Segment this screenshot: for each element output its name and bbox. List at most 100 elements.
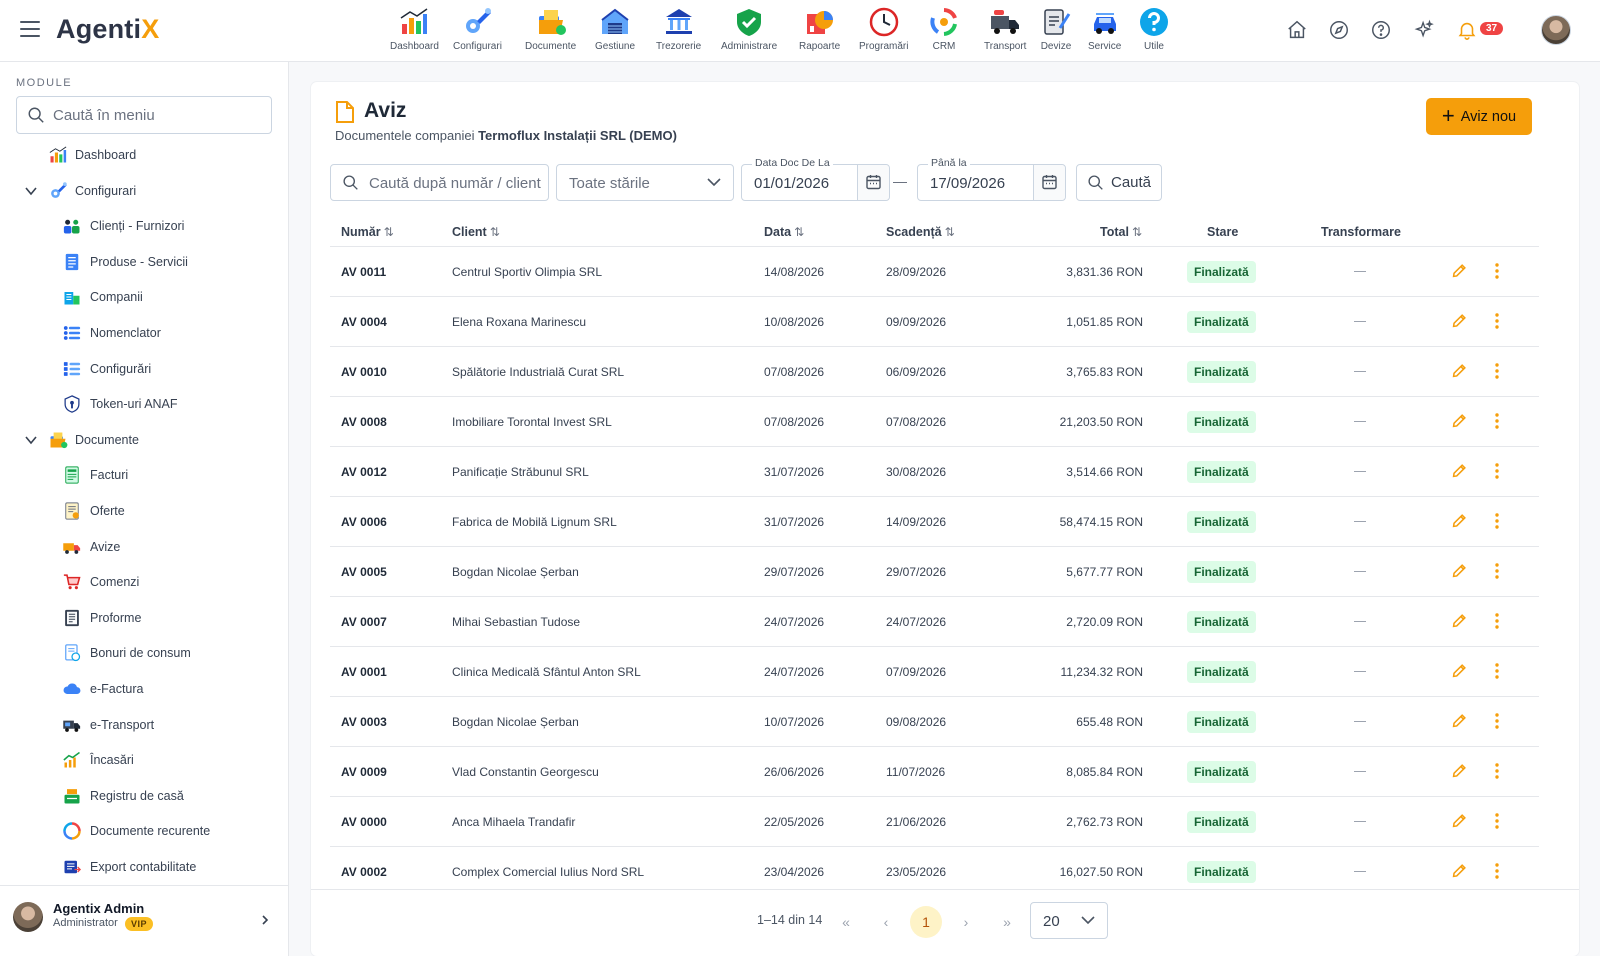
- search-button[interactable]: Caută: [1076, 164, 1162, 201]
- table-row[interactable]: AV 0001 Clinica Medicală Sfântul Anton SR…: [330, 647, 1539, 697]
- table-row[interactable]: AV 0007 Mihai Sebastian Tudose 24/07/2026 2…: [330, 597, 1539, 647]
- sidebar-item-comenzi[interactable]: Comenzi: [0, 567, 288, 597]
- cell-number[interactable]: AV 0011: [341, 265, 386, 279]
- module-gestiune[interactable]: Gestiune: [595, 6, 635, 52]
- help-icon[interactable]: [1370, 19, 1392, 41]
- user-panel[interactable]: Agentix Admin Administrator VIP: [0, 885, 288, 956]
- column-header-scadenta[interactable]: Scadență ⇅: [886, 225, 955, 239]
- cell-number[interactable]: AV 0008: [341, 415, 387, 429]
- table-row[interactable]: AV 0002 Complex Comercial Iulius Nord SRL…: [330, 847, 1539, 887]
- home-icon[interactable]: [1286, 19, 1308, 41]
- sidebar-item-registru-de-casa[interactable]: Registru de casă: [0, 781, 288, 811]
- sidebar-item-produse-servicii[interactable]: Produse - Servicii: [0, 247, 288, 277]
- chevron-right-icon[interactable]: [260, 914, 270, 926]
- previous-page-icon[interactable]: ‹: [870, 906, 902, 938]
- cell-number[interactable]: AV 0005: [341, 565, 387, 579]
- more-vertical-icon[interactable]: [1492, 362, 1502, 380]
- table-row[interactable]: AV 0008 Imobiliare Torontal Invest SRL 07/…: [330, 397, 1539, 447]
- table-row[interactable]: AV 0006 Fabrica de Mobilă Lignum SRL 31/07…: [330, 497, 1539, 547]
- sidebar-item-incasari[interactable]: Încasări: [0, 745, 288, 775]
- sidebar-item-nomenclator[interactable]: Nomenclator: [0, 318, 288, 348]
- column-header-data[interactable]: Data ⇅: [764, 225, 804, 239]
- edit-pencil-icon[interactable]: [1450, 812, 1468, 830]
- table-row[interactable]: AV 0011 Centrul Sportiv Olimpia SRL 14/08/…: [330, 247, 1539, 297]
- sidebar-item-export-contabilitate[interactable]: Export contabilitate: [0, 852, 288, 882]
- first-page-icon[interactable]: «: [830, 906, 862, 938]
- date-to-calendar-button[interactable]: [1033, 165, 1065, 200]
- edit-pencil-icon[interactable]: [1450, 362, 1468, 380]
- more-vertical-icon[interactable]: [1492, 462, 1502, 480]
- edit-pencil-icon[interactable]: [1450, 262, 1468, 280]
- sidebar-item-avize[interactable]: Avize: [0, 532, 288, 562]
- sidebar-item-oferte[interactable]: Oferte: [0, 496, 288, 526]
- column-header-client[interactable]: Client ⇅: [452, 225, 500, 239]
- more-vertical-icon[interactable]: [1492, 612, 1502, 630]
- module-utile[interactable]: Utile: [1138, 6, 1170, 52]
- compass-icon[interactable]: [1328, 19, 1350, 41]
- notification-count-badge[interactable]: 37: [1480, 22, 1504, 35]
- column-header-total[interactable]: Total ⇅: [1100, 225, 1142, 239]
- menu-search-input[interactable]: [53, 97, 263, 133]
- next-page-icon[interactable]: ›: [950, 906, 982, 938]
- sidebar-item-bonuri-de-consum[interactable]: Bonuri de consum: [0, 638, 288, 668]
- app-logo[interactable]: AgentiX: [56, 14, 159, 45]
- column-header-numar[interactable]: Număr ⇅: [341, 225, 394, 239]
- cell-number[interactable]: AV 0000: [341, 815, 387, 829]
- date-to-field[interactable]: Până la: [917, 157, 1066, 201]
- new-aviz-button[interactable]: + Aviz nou: [1426, 98, 1532, 135]
- sidebar-item-e-factura[interactable]: e-Factura: [0, 674, 288, 704]
- more-vertical-icon[interactable]: [1492, 862, 1502, 880]
- cell-number[interactable]: AV 0010: [341, 365, 387, 379]
- date-from-input[interactable]: [754, 173, 854, 193]
- table-row[interactable]: AV 0010 Spălătorie Industrială Curat SRL 0…: [330, 347, 1539, 397]
- menu-toggle-icon[interactable]: [20, 21, 40, 39]
- sidebar-item-documente-recurente[interactable]: Documente recurente: [0, 816, 288, 846]
- module-documente[interactable]: Documente: [525, 6, 576, 52]
- date-from-field[interactable]: Data Doc De La: [741, 157, 890, 201]
- menu-search-box[interactable]: [16, 96, 272, 134]
- sidebar-item-token-uri-anaf[interactable]: Token-uri ANAF: [0, 389, 288, 419]
- module-devize[interactable]: Devize: [1040, 6, 1072, 52]
- sidebar-item-dashboard[interactable]: Dashboard: [0, 140, 288, 170]
- date-to-input[interactable]: [930, 173, 1030, 193]
- status-select[interactable]: Toate stările: [556, 164, 734, 201]
- edit-pencil-icon[interactable]: [1450, 612, 1468, 630]
- more-vertical-icon[interactable]: [1492, 812, 1502, 830]
- table-row[interactable]: AV 0003 Bogdan Nicolae Șerban 10/07/2026 09…: [330, 697, 1539, 747]
- more-vertical-icon[interactable]: [1492, 662, 1502, 680]
- edit-pencil-icon[interactable]: [1450, 512, 1468, 530]
- table-row[interactable]: AV 0009 Vlad Constantin Georgescu 26/06/20…: [330, 747, 1539, 797]
- document-search-box[interactable]: [330, 164, 549, 201]
- cell-number[interactable]: AV 0007: [341, 615, 387, 629]
- date-from-calendar-button[interactable]: [857, 165, 889, 200]
- user-avatar[interactable]: [1541, 15, 1571, 45]
- sidebar-item-companii[interactable]: Companii: [0, 282, 288, 312]
- cell-number[interactable]: AV 0002: [341, 865, 387, 879]
- module-crm[interactable]: CRM: [928, 6, 960, 52]
- more-vertical-icon[interactable]: [1492, 512, 1502, 530]
- sidebar-item-clienti-furnizori[interactable]: Clienți - Furnizori: [0, 211, 288, 241]
- edit-pencil-icon[interactable]: [1450, 862, 1468, 880]
- module-transport[interactable]: Transport: [984, 6, 1026, 52]
- bell-icon[interactable]: [1456, 19, 1478, 41]
- more-vertical-icon[interactable]: [1492, 412, 1502, 430]
- sidebar-item-proforme[interactable]: Proforme: [0, 603, 288, 633]
- edit-pencil-icon[interactable]: [1450, 662, 1468, 680]
- edit-pencil-icon[interactable]: [1450, 312, 1468, 330]
- chevron-down-icon[interactable]: [24, 185, 38, 197]
- chevron-down-icon[interactable]: [24, 434, 38, 446]
- edit-pencil-icon[interactable]: [1450, 462, 1468, 480]
- module-trezorerie[interactable]: Trezorerie: [656, 6, 701, 52]
- edit-pencil-icon[interactable]: [1450, 412, 1468, 430]
- cell-number[interactable]: AV 0003: [341, 715, 387, 729]
- table-row[interactable]: AV 0000 Anca Mihaela Trandafir 22/05/2026 2…: [330, 797, 1539, 847]
- table-row[interactable]: AV 0012 Panificație Străbunul SRL 31/07/20…: [330, 447, 1539, 497]
- more-vertical-icon[interactable]: [1492, 712, 1502, 730]
- sidebar-item-configurari[interactable]: Configurări: [0, 354, 288, 384]
- last-page-icon[interactable]: »: [991, 906, 1023, 938]
- module-programari[interactable]: Programări: [859, 6, 908, 52]
- module-rapoarte[interactable]: Rapoarte: [799, 6, 840, 52]
- more-vertical-icon[interactable]: [1492, 762, 1502, 780]
- sidebar-item-configurari[interactable]: Configurari: [0, 176, 288, 206]
- module-configurari[interactable]: Configurari: [453, 6, 502, 52]
